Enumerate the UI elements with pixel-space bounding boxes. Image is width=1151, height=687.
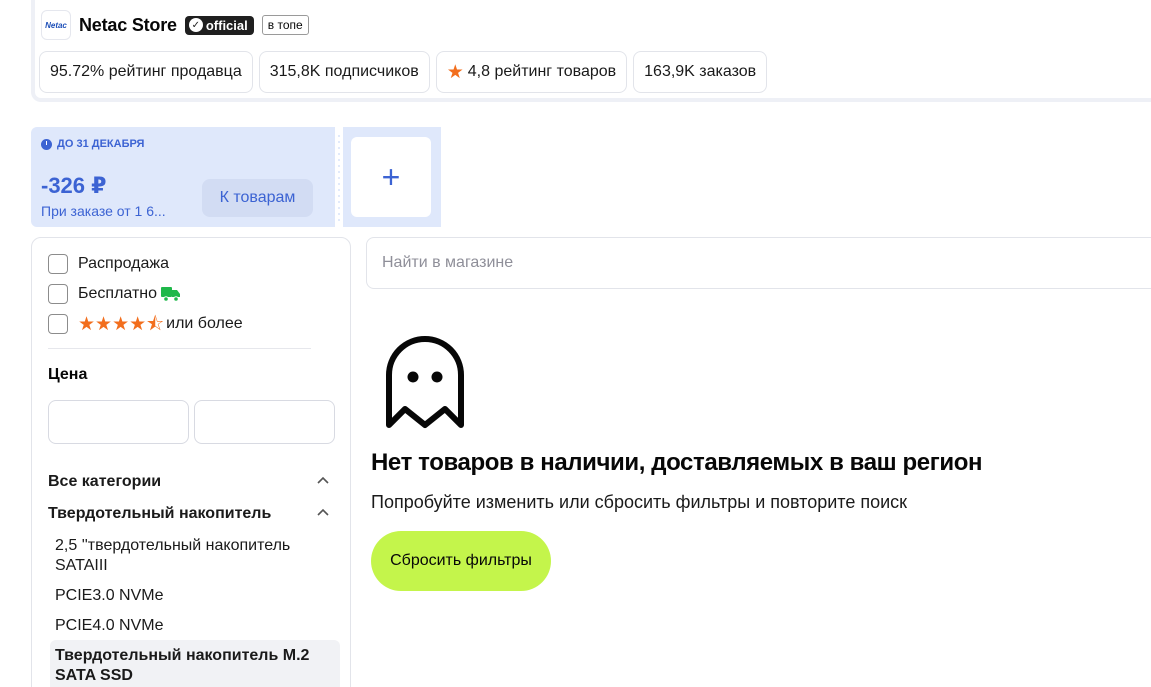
stat-text: 4,8 рейтинг товаров [467, 63, 617, 80]
free-delivery-checkbox[interactable] [48, 284, 68, 304]
filters-divider [48, 348, 311, 349]
subcategory-pcie4[interactable]: PCIE4.0 NVMe [55, 616, 325, 636]
ghost-icon [386, 336, 464, 428]
subcategory-sata-25[interactable]: 2,5 ''твердотельный накопитель SATAIII [55, 536, 325, 576]
reset-filters-button[interactable]: Сбросить фильтры [371, 531, 551, 591]
official-badge: ✓ official [184, 15, 254, 35]
filter-sale-label: Распродажа [78, 255, 169, 272]
top-badge: в топе [261, 15, 309, 35]
coupon-expiry: ДО 31 ДЕКАБРЯ [41, 138, 144, 150]
coupon-card: ДО 31 ДЕКАБРЯ -326 ₽ При заказе от 1 6..… [31, 127, 441, 227]
star-icon: ★ [446, 61, 464, 83]
filter-rating[interactable]: ★★★★⯪ или более [48, 314, 243, 334]
empty-state-subtitle: Попробуйте изменить или сбросить фильтры… [371, 492, 908, 512]
price-min-input[interactable] [48, 400, 189, 444]
price-label: Цена [48, 366, 88, 383]
subcategory-pcie3[interactable]: PCIE3.0 NVMe [55, 586, 325, 606]
coupon-to-products-button[interactable]: К товарам [202, 179, 313, 217]
filter-rating-label: или более [166, 315, 243, 332]
stat-product-rating: ★ 4,8 рейтинг товаров [435, 51, 628, 93]
coupon-amount: -326 ₽ [41, 173, 107, 198]
empty-state-title: Нет товаров в наличии, доставляемых в ва… [371, 449, 983, 476]
sale-checkbox[interactable] [48, 254, 68, 274]
stat-text: 315,8K подписчиков [269, 63, 419, 80]
plus-icon: + [381, 158, 401, 195]
clock-icon [41, 138, 52, 150]
store-stats: 95.72% рейтинг продавца 315,8K подписчик… [39, 51, 768, 93]
category-all-header[interactable]: Все категории [48, 473, 161, 491]
coupon-condition: При заказе от 1 6... [41, 203, 166, 219]
coupon-date-text: ДО 31 ДЕКАБРЯ [57, 138, 145, 150]
filter-sale[interactable]: Распродажа [48, 254, 169, 274]
store-logo[interactable]: Netac [41, 10, 71, 40]
delivery-truck-icon [161, 287, 181, 302]
rating-stars-icon: ★★★★⯪ [78, 313, 165, 335]
chevron-up-icon[interactable] [317, 475, 329, 487]
store-search-input[interactable] [366, 237, 1151, 289]
subcategory-m2-sata[interactable]: Твердотельный накопитель M.2 SATA SSD [50, 640, 340, 687]
stat-text: 163,9K заказов [644, 63, 757, 80]
add-coupon-button[interactable]: + [351, 137, 431, 217]
category-ssd-header[interactable]: Твердотельный накопитель [48, 505, 271, 523]
price-max-input[interactable] [194, 400, 335, 444]
coupon-body: ДО 31 ДЕКАБРЯ -326 ₽ При заказе от 1 6..… [31, 127, 336, 227]
stat-orders: 163,9K заказов [633, 51, 768, 93]
filter-free-delivery[interactable]: Бесплатно [48, 284, 181, 304]
filters-panel: Распродажа Бесплатно ★★★★⯪ или более Цен… [31, 237, 351, 687]
coupon-divider [335, 127, 343, 227]
stat-subscribers: 315,8K подписчиков [258, 51, 430, 93]
official-badge-label: official [205, 17, 248, 33]
store-name[interactable]: Netac Store [79, 15, 177, 36]
stat-seller-rating: 95.72% рейтинг продавца [39, 51, 253, 93]
stat-text: 95.72% рейтинг продавца [50, 63, 242, 80]
chevron-up-icon[interactable] [317, 507, 329, 519]
checkmark-icon: ✓ [188, 18, 203, 32]
store-title-row: Netac Netac Store ✓ official в топе [41, 10, 309, 40]
store-header-card: Netac Netac Store ✓ official в топе 95.7… [31, 0, 1151, 102]
rating-checkbox[interactable] [48, 314, 68, 334]
filter-free-delivery-label: Бесплатно [78, 285, 158, 302]
